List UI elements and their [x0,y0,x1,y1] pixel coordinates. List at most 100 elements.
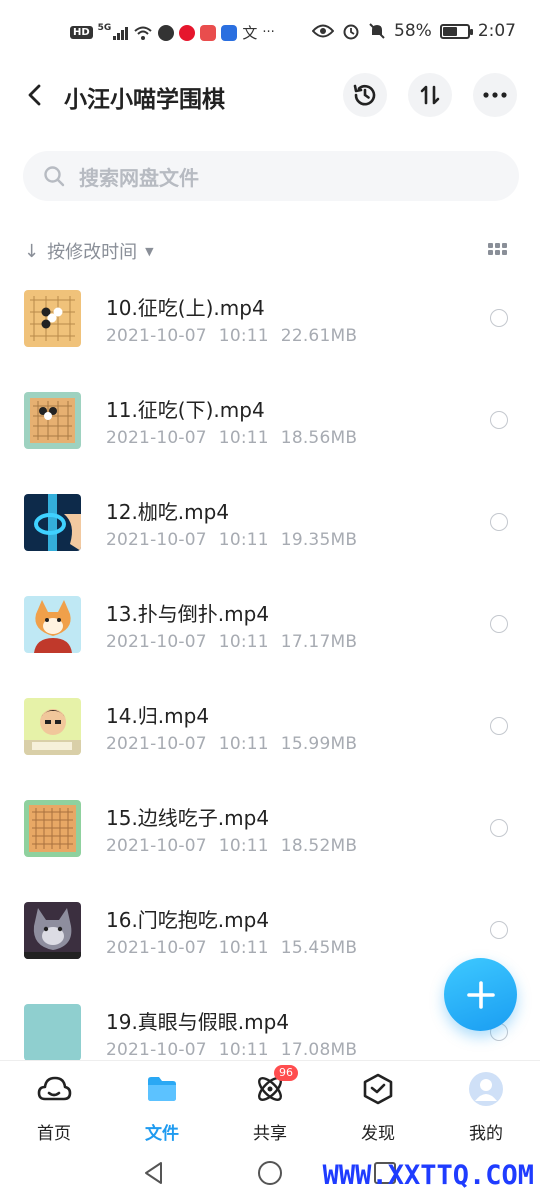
sort-swap-button[interactable] [408,73,452,117]
sort-swap-icon [420,85,440,105]
avatar-icon [468,1071,504,1107]
chevron-down-icon: ▼ [145,244,154,258]
file-meta: 2021-10-07 10:11 17.08MB [106,1040,369,1060]
nav-label: 我的 [469,1124,503,1144]
nav-discover[interactable]: 发现 [338,1071,418,1144]
file-meta: 2021-10-07 10:11 19.35MB [106,530,369,550]
file-size: 22.61MB [280,326,358,346]
cube-discover-icon [360,1071,396,1107]
more-icon [483,92,507,98]
file-meta: 2021-10-07 10:11 15.99MB [106,734,369,754]
nav-home[interactable]: 首页 [14,1071,94,1144]
file-row[interactable]: 14.归.mp4 2021-10-07 10:11 15.99MB [0,678,540,780]
watermark: WWW.XXTTQ.COM [322,1160,534,1191]
file-time: 10:11 [218,836,269,856]
alarm-icon [343,24,359,40]
plus-icon [466,980,495,1009]
status-bar-right: 58% 2:07 [312,21,516,41]
select-checkbox[interactable] [490,309,508,327]
hd-indicator: HD [70,26,93,39]
video-thumbnail [24,290,81,347]
file-name: 13.扑与倒扑.mp4 [106,602,270,626]
file-meta: 2021-10-07 10:11 17.17MB [106,632,369,652]
file-date: 2021-10-07 [106,632,207,652]
file-row[interactable]: 10.征吃(上).mp4 2021-10-07 10:11 22.61MB [0,270,540,372]
nav-label: 发现 [361,1124,395,1144]
file-name: 15.边线吃子.mp4 [106,806,270,830]
select-checkbox[interactable] [490,615,508,633]
file-date: 2021-10-07 [106,938,207,958]
select-checkbox[interactable] [490,819,508,837]
nav-label: 文件 [145,1124,179,1144]
file-size: 19.35MB [280,530,358,550]
select-checkbox[interactable] [490,411,508,429]
select-checkbox[interactable] [490,921,508,939]
nav-share[interactable]: 96 共享 [230,1065,310,1144]
signal-icon [113,26,129,40]
file-row[interactable]: 13.扑与倒扑.mp4 2021-10-07 10:11 17.17MB [0,576,540,678]
sort-label: 按修改时间 [47,242,138,263]
status-bar-left: HD 5G 文 ··· [70,22,275,43]
file-row[interactable]: 15.边线吃子.mp4 2021-10-07 10:11 18.52MB [0,780,540,882]
search-icon [44,166,65,187]
video-thumbnail [24,596,81,653]
file-meta: 2021-10-07 10:11 15.45MB [106,938,369,958]
page-title: 小汪小喵学围棋 [64,87,225,113]
nav-files[interactable]: 文件 [122,1071,202,1144]
file-date: 2021-10-07 [106,734,207,754]
video-thumbnail [24,494,81,551]
file-size: 17.08MB [280,1040,358,1060]
nav-profile[interactable]: 我的 [446,1071,526,1144]
clock: 2:07 [477,21,516,41]
bulb-app-icon [221,24,238,41]
file-name: 14.归.mp4 [106,704,210,728]
file-time: 10:11 [218,326,269,346]
status-bar: HD 5G 文 ··· 58% 2:07 [0,0,540,62]
history-button[interactable] [343,73,387,117]
bottom-nav: 首页 文件 96 共享 发现 我的 [0,1060,540,1148]
back-button[interactable] [20,78,50,112]
file-date: 2021-10-07 [106,326,207,346]
share-badge: 96 [274,1065,298,1081]
file-time: 10:11 [218,428,269,448]
file-list: 10.征吃(上).mp4 2021-10-07 10:11 22.61MB 11.征… [0,270,540,1060]
file-time: 10:11 [218,938,269,958]
chevron-left-icon [28,84,41,106]
book-app-icon [200,24,217,41]
file-name: 10.征吃(上).mp4 [106,296,265,320]
select-checkbox[interactable] [490,717,508,735]
file-time: 10:11 [218,632,269,652]
file-meta: 2021-10-07 10:11 18.52MB [106,836,369,856]
video-thumbnail [24,698,81,755]
file-meta: 2021-10-07 10:11 18.56MB [106,428,369,448]
file-time: 10:11 [218,1040,269,1060]
file-name: 11.征吃(下).mp4 [106,398,265,422]
search-placeholder: 搜索网盘文件 [79,165,199,190]
atom-share-icon: 96 [252,1065,298,1107]
folder-icon [144,1071,180,1107]
video-thumbnail [24,392,81,449]
file-date: 2021-10-07 [106,428,207,448]
file-row[interactable]: 12.枷吃.mp4 2021-10-07 10:11 19.35MB [0,474,540,576]
file-time: 10:11 [218,734,269,754]
file-name: 19.真眼与假眼.mp4 [106,1010,290,1034]
header: 小汪小喵学围棋 [0,70,540,120]
home-circle-icon[interactable] [255,1158,285,1188]
nav-label: 共享 [253,1124,287,1144]
more-button[interactable] [473,73,517,117]
file-meta: 2021-10-07 10:11 22.61MB [106,326,369,346]
file-date: 2021-10-07 [106,836,207,856]
file-size: 15.99MB [280,734,358,754]
grid-view-icon[interactable] [488,243,508,257]
select-checkbox[interactable] [490,513,508,531]
file-row[interactable]: 11.征吃(下).mp4 2021-10-07 10:11 18.56MB [0,372,540,474]
search-input[interactable]: 搜索网盘文件 [23,151,519,201]
network-type: 5G [97,22,112,33]
more-notifications: ··· [262,25,275,40]
weibo-icon [179,24,196,41]
sort-row: ↓ 按修改时间 ▼ [24,236,516,266]
back-triangle-icon[interactable] [140,1158,170,1188]
add-button[interactable] [444,958,517,1031]
sort-dropdown[interactable]: ↓ 按修改时间 ▼ [24,238,154,264]
vpn-icon [158,24,175,41]
